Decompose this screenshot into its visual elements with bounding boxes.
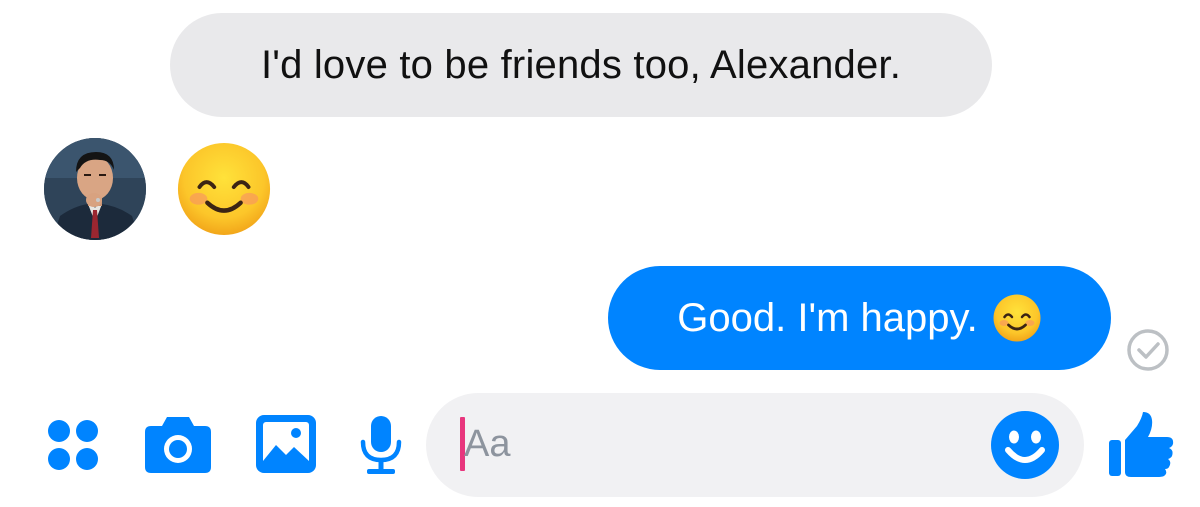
smiling-face-emoji <box>993 294 1041 342</box>
more-apps-icon[interactable] <box>46 418 100 472</box>
message-composer[interactable] <box>426 393 1084 497</box>
incoming-message-text: I'd love to be friends too, Alexander. <box>260 42 902 87</box>
messenger-chat: I'd love to be friends too, Alexander. G… <box>0 0 1200 507</box>
smiling-face-with-smiling-eyes-emoji[interactable] <box>175 140 273 238</box>
contact-avatar[interactable] <box>44 138 146 240</box>
camera-icon[interactable] <box>145 415 211 473</box>
avatar-photo <box>44 138 146 240</box>
microphone-icon[interactable] <box>358 414 404 476</box>
gallery-icon[interactable] <box>256 415 316 473</box>
message-input[interactable] <box>464 417 984 471</box>
emoji-icon[interactable] <box>990 410 1060 480</box>
incoming-message-bubble[interactable]: I'd love to be friends too, Alexander. <box>170 13 992 117</box>
outgoing-message-text: Good. I'm happy. <box>677 295 978 340</box>
outgoing-message-bubble[interactable]: Good. I'm happy. <box>608 266 1111 370</box>
thumbs-up-icon[interactable] <box>1107 410 1175 478</box>
sent-check-icon <box>1127 329 1169 371</box>
